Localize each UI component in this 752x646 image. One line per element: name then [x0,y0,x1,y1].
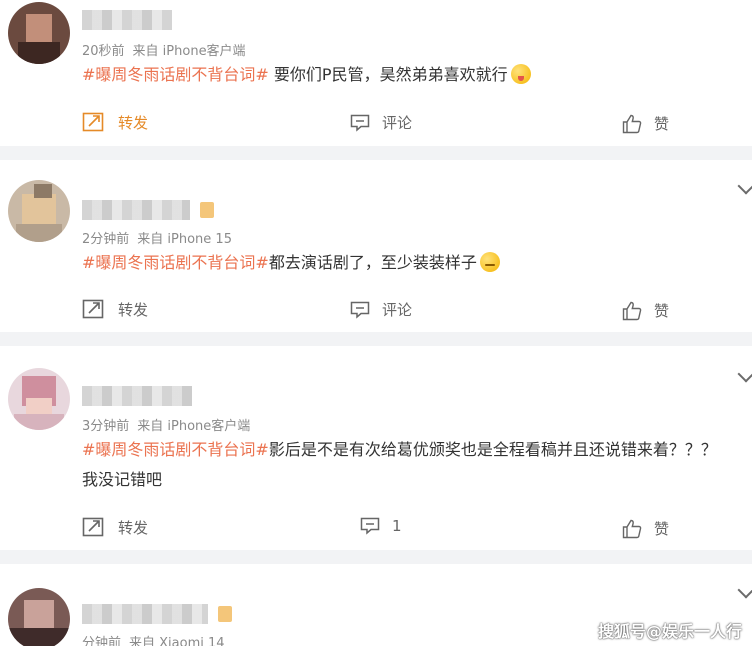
post-time: 分钟前 [82,636,122,646]
like-button[interactable]: 赞 [622,113,669,134]
post-content: #曝周冬雨话剧不背台词#都去演话剧了，至少装装样子 [82,248,722,278]
avatar[interactable] [8,2,70,64]
repost-label: 转发 [118,300,149,319]
repost-icon [82,299,104,319]
thumbs-up-icon [622,519,642,538]
like-label: 赞 [654,115,670,133]
avatar[interactable] [8,368,70,430]
post-content: #曝周冬雨话剧不背台词# 要你们P民管，昊然弟弟喜欢就行 [82,60,722,90]
comment-item: 3分钟前 来自 iPhone客户端 #曝周冬雨话剧不背台词#影后是不是有次给葛优颁… [0,346,752,550]
avatar[interactable] [8,588,70,646]
tongue-out-emoji-icon [510,64,531,84]
hashtag-link[interactable]: #曝周冬雨话剧不背台词# [82,440,269,459]
separator [0,332,752,346]
username-blurred[interactable] [82,604,208,624]
chevron-down-icon[interactable] [737,365,752,383]
repost-button[interactable]: 转发 [82,111,148,133]
hashtag-link[interactable]: #曝周冬雨话剧不背台词# [82,65,269,84]
smirk-emoji-icon [479,252,500,272]
vip-badge-icon [200,202,214,218]
username-blurred[interactable] [82,200,190,220]
post-time: 20秒前 [82,44,125,59]
post-time: 3分钟前 [82,419,130,434]
post-source: 来自 iPhone 15 [137,232,232,247]
like-button[interactable]: 赞 [622,518,669,539]
comment-count: 1 [392,517,402,535]
repost-button[interactable]: 转发 [82,298,148,320]
repost-icon [82,112,104,132]
hashtag-link[interactable]: #曝周冬雨话剧不背台词# [82,253,269,272]
post-meta: 3分钟前 来自 iPhone客户端 [82,415,250,434]
thumbs-up-icon [622,301,642,320]
post-content: #曝周冬雨话剧不背台词#影后是不是有次给葛优颁奖也是全程看稿并且还说错来着？？？… [82,435,722,495]
post-meta: 2分钟前 来自 iPhone 15 [82,228,232,247]
separator [0,146,752,160]
comment-button[interactable]: 评论 [350,112,412,133]
post-source: 来自 iPhone客户端 [132,44,246,59]
comment-item: 20秒前 来自 iPhone客户端 #曝周冬雨话剧不背台词# 要你们P民管，昊然弟… [0,0,752,146]
chevron-down-icon[interactable] [737,581,752,599]
repost-icon [82,517,104,537]
chevron-down-icon[interactable] [737,177,752,195]
like-label: 赞 [654,302,670,320]
thumbs-up-icon [622,114,642,133]
vip-badge-icon [218,606,232,622]
post-text: 都去演话剧了，至少装装样子 [268,253,477,272]
post-text: 要你们P民管，昊然弟弟喜欢就行 [268,65,508,84]
comment-item: 2分钟前 来自 iPhone 15 #曝周冬雨话剧不背台词#都去演话剧了，至少装装… [0,160,752,332]
username-blurred[interactable] [82,10,172,30]
post-source: 来自 Xiaomi 14 [129,636,225,646]
comment-icon [350,301,370,319]
post-source: 来自 iPhone客户端 [137,419,251,434]
like-label: 赞 [654,520,670,538]
repost-label: 转发 [118,113,149,132]
comment-icon [360,517,380,535]
username-blurred[interactable] [82,386,192,406]
post-meta: 20秒前 来自 iPhone客户端 [82,40,246,59]
like-button[interactable]: 赞 [622,300,669,321]
comment-label: 评论 [382,114,413,132]
post-time: 2分钟前 [82,232,130,247]
comment-button[interactable]: 1 [360,517,402,535]
watermark: 搜狐号@娱乐一人行 [598,622,743,641]
repost-label: 转发 [118,518,149,537]
comment-label: 评论 [382,301,413,319]
comment-icon [350,114,370,132]
post-meta: 分钟前 来自 Xiaomi 14 [82,632,225,646]
comment-button[interactable]: 评论 [350,299,412,320]
separator [0,550,752,564]
avatar[interactable] [8,180,70,242]
repost-button[interactable]: 转发 [82,516,148,538]
